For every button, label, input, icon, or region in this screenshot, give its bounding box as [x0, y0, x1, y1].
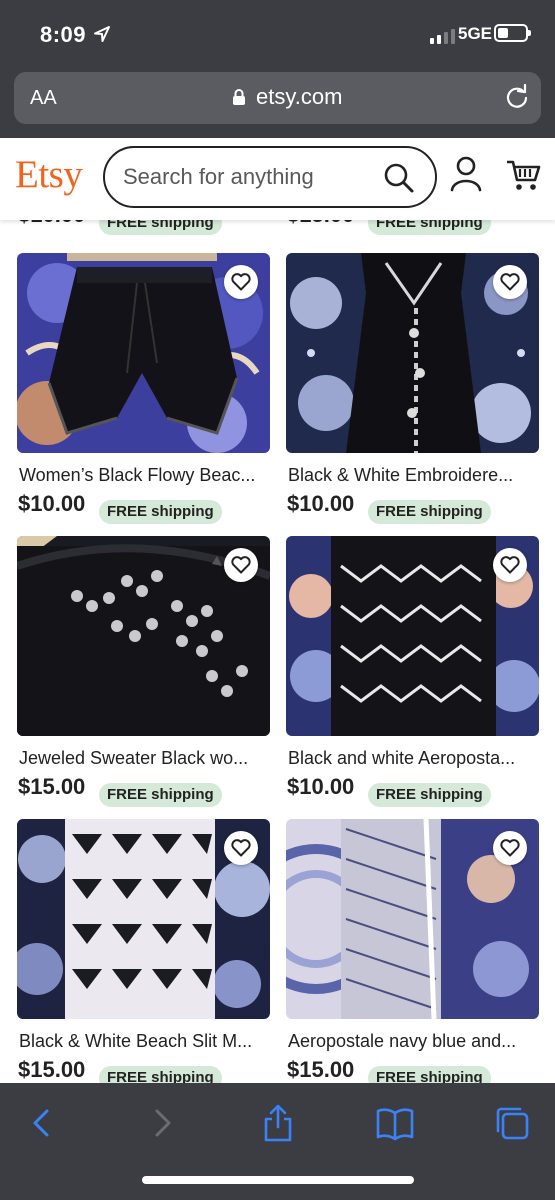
reload-icon[interactable]: [504, 84, 530, 110]
shipping-badge: FREE shipping: [368, 783, 491, 807]
listing-grid: $10.00 FREE shipping $15.00 FREE shippin…: [0, 194, 555, 1084]
shipping-badge: FREE shipping: [99, 1066, 222, 1084]
listing-price: $10.00: [287, 491, 355, 516]
listing-image[interactable]: [286, 536, 539, 736]
shipping-badge: FREE shipping: [368, 1066, 491, 1084]
status-time: 8:09: [40, 22, 87, 47]
listing-image[interactable]: [17, 253, 270, 453]
listing-title[interactable]: Women’s Black Flowy Beac...: [19, 465, 275, 486]
listing-card[interactable]: Black and white Aeroposta... $10.00 FREE…: [286, 536, 539, 807]
favorite-button[interactable]: [493, 265, 527, 299]
location-arrow-icon: [94, 26, 110, 42]
listing-card[interactable]: Black & White Beach Slit M... $15.00 FRE…: [17, 819, 270, 1084]
address-bar[interactable]: AA etsy.com: [14, 72, 541, 124]
listing-price: $10.00: [287, 774, 355, 799]
heart-icon: [500, 839, 520, 857]
listing-title[interactable]: Aeropostale navy blue and...: [288, 1031, 544, 1052]
listing-card[interactable]: Black & White Embroidere... $10.00 FREE …: [286, 253, 539, 524]
listing-title[interactable]: Black & White Beach Slit M...: [19, 1031, 275, 1052]
heart-icon: [231, 556, 251, 574]
account-icon[interactable]: [450, 156, 482, 192]
heart-icon: [500, 556, 520, 574]
listing-card[interactable]: Aeropostale navy blue and... $15.00 FREE…: [286, 819, 539, 1084]
search-input[interactable]: [123, 162, 373, 192]
tabs-icon[interactable]: [492, 1103, 532, 1143]
back-icon[interactable]: [22, 1103, 62, 1143]
heart-icon: [500, 273, 520, 291]
favorite-button[interactable]: [224, 831, 258, 865]
signal-bars-icon: [430, 28, 455, 44]
listing-image[interactable]: [17, 536, 270, 736]
battery-icon: [494, 24, 531, 42]
listing-price: $15.00: [287, 1057, 355, 1082]
listing-title[interactable]: Black and white Aeroposta...: [288, 748, 544, 769]
listing-image[interactable]: [286, 819, 539, 1019]
text-size-button[interactable]: AA: [30, 87, 57, 110]
listing-title[interactable]: Black & White Embroidere...: [288, 465, 544, 486]
share-icon[interactable]: [258, 1103, 298, 1143]
shipping-badge: FREE shipping: [99, 500, 222, 524]
listing-price: $15.00: [18, 1057, 86, 1082]
favorite-button[interactable]: [493, 548, 527, 582]
status-bar: 8:09 5GE: [0, 0, 555, 70]
bookmarks-icon[interactable]: [375, 1103, 415, 1143]
listing-card[interactable]: Jeweled Sweater Black wo... $15.00 FREE …: [17, 536, 270, 807]
home-indicator[interactable]: [142, 1176, 414, 1184]
shipping-badge: FREE shipping: [368, 500, 491, 524]
phone-screen: 8:09 5GE AA etsy.com Etsy $10.00 FREE sh…: [0, 0, 555, 1200]
url-domain[interactable]: etsy.com: [256, 84, 342, 110]
favorite-button[interactable]: [493, 831, 527, 865]
lock-icon: [233, 89, 245, 105]
favorite-button[interactable]: [224, 265, 258, 299]
cart-icon[interactable]: [505, 158, 541, 192]
heart-icon: [231, 273, 251, 291]
listing-card[interactable]: Women’s Black Flowy Beac... $10.00 FREE …: [17, 253, 270, 524]
etsy-logo[interactable]: Etsy: [15, 152, 83, 197]
favorite-button[interactable]: [224, 548, 258, 582]
shipping-badge: FREE shipping: [99, 783, 222, 807]
search-icon[interactable]: [383, 162, 415, 194]
etsy-header: Etsy: [0, 138, 555, 220]
listing-price: $10.00: [18, 491, 86, 516]
listing-price: $15.00: [18, 774, 86, 799]
forward-icon[interactable]: [142, 1103, 182, 1143]
browser-chrome: 8:09 5GE AA etsy.com: [0, 0, 555, 138]
listing-title[interactable]: Jeweled Sweater Black wo...: [19, 748, 275, 769]
search-box[interactable]: [103, 146, 437, 208]
listing-image[interactable]: [286, 253, 539, 453]
network-type: 5GE: [458, 24, 493, 43]
heart-icon: [231, 839, 251, 857]
listing-image[interactable]: [17, 819, 270, 1019]
